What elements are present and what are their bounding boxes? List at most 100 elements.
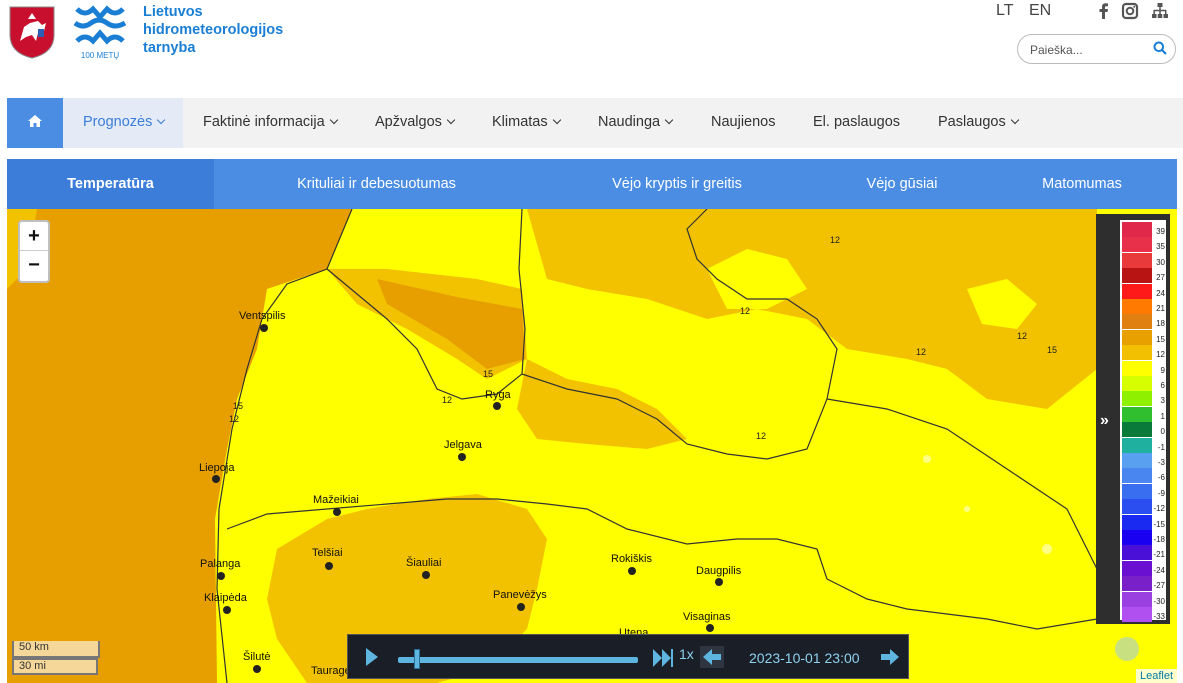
- language-lt-link[interactable]: LT: [996, 2, 1013, 20]
- step-forward-icon[interactable]: [878, 647, 902, 667]
- legend-swatch: [1122, 576, 1152, 592]
- city-marker[interactable]: [253, 665, 261, 673]
- nav-item-prognozes[interactable]: Prognozės: [63, 98, 183, 148]
- contour-label: 12: [756, 431, 767, 441]
- speed-button[interactable]: 1x: [679, 646, 694, 662]
- time-slider-handle[interactable]: [414, 649, 421, 669]
- city-label: Ryga: [485, 389, 511, 401]
- city-marker[interactable]: [212, 475, 220, 483]
- nav-item-naujienos[interactable]: Naujienos: [711, 98, 776, 148]
- legend-tick-label: 12: [1156, 350, 1165, 360]
- lhmt-logo[interactable]: 100 METŲ: [73, 3, 127, 61]
- legend-swatch: [1122, 453, 1152, 468]
- tab-krituliai[interactable]: Krituliai ir debesuotumas: [269, 159, 484, 209]
- nav-item-el-paslaugos[interactable]: El. paslaugos: [813, 98, 900, 148]
- contour-label: 15: [483, 369, 494, 379]
- city-marker[interactable]: [715, 578, 723, 586]
- legend-swatch: [1122, 314, 1152, 330]
- search-icon[interactable]: [1153, 41, 1167, 55]
- contour-label: 12: [916, 347, 927, 357]
- temperature-map[interactable]: 12 12 15 12 12 12 12 15 12 15 + − Ventsp…: [7, 209, 1177, 683]
- nav-item-label: Prognozės: [83, 114, 153, 130]
- city-label: Jelgava: [444, 439, 482, 451]
- nav-item-paslaugos[interactable]: Paslaugos: [938, 98, 1019, 148]
- nav-item-label: El. paslaugos: [813, 114, 901, 130]
- legend-tick-label: 24: [1156, 288, 1165, 298]
- zoom-in-button[interactable]: +: [20, 222, 48, 251]
- legend-tick-label: -12: [1153, 504, 1165, 514]
- legend-swatch: [1122, 514, 1152, 530]
- forecast-tabs: Temperatūra Krituliai ir debesuotumas Vė…: [7, 159, 1177, 209]
- zoom-control: + −: [18, 220, 50, 283]
- chevron-down-icon: [157, 115, 166, 125]
- legend-swatch: [1122, 360, 1152, 376]
- legend-tick-label: 6: [1160, 381, 1165, 390]
- facebook-icon[interactable]: [1095, 2, 1113, 20]
- city-marker[interactable]: [628, 567, 636, 575]
- legend-tick-label: 35: [1156, 242, 1165, 252]
- legend-tick-label: 18: [1156, 319, 1165, 329]
- legend-swatch: [1122, 406, 1152, 422]
- nav-item-klimatas[interactable]: Klimatas: [492, 98, 561, 148]
- org-name-line: tarnyba: [143, 40, 196, 56]
- play-icon[interactable]: [365, 647, 379, 667]
- city-label: Ventspilis: [239, 310, 286, 322]
- city-marker[interactable]: [493, 402, 501, 410]
- time-slider-track[interactable]: [398, 657, 638, 663]
- nav-item-faktine-informacija[interactable]: Faktinė informacija: [203, 98, 338, 148]
- chevron-down-icon: [446, 115, 456, 125]
- contour-label: 12: [229, 414, 240, 424]
- coat-of-arms-logo[interactable]: [8, 5, 56, 59]
- leaflet-attribution-link[interactable]: Leaflet: [1135, 669, 1177, 683]
- search-box[interactable]: [1017, 34, 1176, 64]
- city-marker[interactable]: [260, 324, 268, 332]
- city-label: Telšiai: [312, 547, 343, 559]
- instagram-icon[interactable]: [1121, 2, 1139, 20]
- city-marker[interactable]: [325, 562, 333, 570]
- contour-label: 15: [1047, 345, 1058, 355]
- city-marker[interactable]: [458, 453, 466, 461]
- legend-tick-label: -6: [1157, 473, 1165, 483]
- legend-tick-label: -1: [1157, 442, 1165, 452]
- tab-vejo-gusiai[interactable]: Vėjo gūsiai: [837, 159, 967, 209]
- step-back-icon[interactable]: [700, 646, 724, 668]
- city-label: Šilutė: [243, 651, 271, 663]
- nav-item-label: Paslaugos: [938, 114, 1006, 130]
- city-marker[interactable]: [223, 606, 231, 614]
- nav-item-apzvalgos[interactable]: Apžvalgos: [375, 98, 456, 148]
- legend-swatch: [1122, 437, 1152, 453]
- language-en-link[interactable]: EN: [1029, 2, 1051, 20]
- organization-name[interactable]: Lietuvos hidrometeorologijos tarnyba: [143, 3, 283, 57]
- city-marker[interactable]: [217, 572, 225, 580]
- chevron-down-icon: [1010, 115, 1019, 125]
- search-input[interactable]: [1030, 41, 1148, 59]
- legend-tick-label: -33: [1153, 612, 1165, 621]
- map-canvas[interactable]: [7, 209, 1177, 683]
- legend-swatch: [1122, 329, 1152, 345]
- logo-caption: 100 METŲ: [81, 51, 119, 60]
- nav-item-naudinga[interactable]: Naudinga: [598, 98, 674, 148]
- legend-tick-label: 1: [1160, 411, 1165, 421]
- legend-swatch: [1122, 345, 1152, 361]
- city-marker[interactable]: [517, 603, 525, 611]
- city-marker[interactable]: [422, 571, 430, 579]
- city-marker[interactable]: [706, 624, 714, 632]
- fast-forward-icon[interactable]: [652, 647, 674, 669]
- sitemap-icon[interactable]: [1151, 2, 1169, 20]
- tab-temperatura[interactable]: Temperatūra: [7, 159, 214, 209]
- legend-swatch: [1122, 222, 1152, 237]
- zoom-out-button[interactable]: −: [20, 251, 48, 280]
- legend-swatch: [1122, 237, 1152, 253]
- tab-vejo-kryptis[interactable]: Vėjo kryptis ir greitis: [577, 159, 777, 209]
- home-button[interactable]: [7, 98, 63, 148]
- legend-toggle-icon[interactable]: »: [1100, 412, 1109, 430]
- scale-bar-mi: 30 mi: [12, 658, 98, 675]
- city-label: Visaginas: [683, 611, 731, 623]
- chevron-down-icon: [552, 115, 561, 125]
- city-label: Palanga: [200, 558, 241, 570]
- city-marker[interactable]: [333, 508, 341, 516]
- tab-matomumas[interactable]: Matomumas: [1017, 159, 1147, 209]
- legend-swatch: [1122, 483, 1152, 499]
- nav-item-label: Naujienos: [711, 114, 776, 130]
- legend-tick-label: -30: [1153, 596, 1165, 606]
